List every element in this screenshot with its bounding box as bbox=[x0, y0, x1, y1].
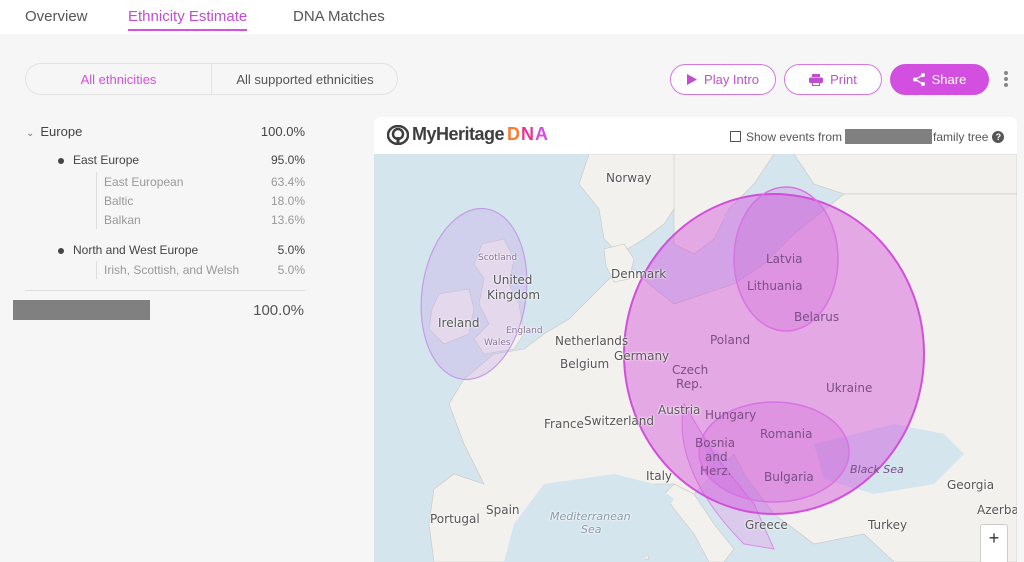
total-value: 100.0% bbox=[253, 302, 304, 319]
help-icon[interactable]: ? bbox=[992, 130, 1005, 143]
map-label: Ireland bbox=[438, 316, 480, 330]
map-canvas[interactable]: Norway Denmark Scotland United Kingdom I… bbox=[374, 154, 1017, 562]
tab-ethnicity-estimate[interactable]: Ethnicity Estimate bbox=[128, 8, 248, 31]
land-finland-russia bbox=[793, 154, 1017, 195]
map-label: Ukraine bbox=[826, 381, 873, 395]
map-label: Hungary bbox=[705, 408, 757, 422]
map-label: Rep. bbox=[676, 377, 703, 391]
map-label: Poland bbox=[710, 333, 751, 347]
show-events-checkbox[interactable] bbox=[730, 131, 741, 142]
map-label: Kingdom bbox=[487, 288, 541, 302]
page-scroll-gutter bbox=[1017, 117, 1024, 562]
map-label: Belarus bbox=[794, 310, 840, 324]
map-label: Wales bbox=[484, 338, 511, 348]
ethnicity-row[interactable]: Irish, Scottish, and Welsh 5.0% bbox=[96, 261, 305, 279]
chevron-down-icon[interactable]: ⌄ bbox=[26, 128, 34, 139]
play-intro-button[interactable]: Play Intro bbox=[670, 64, 776, 95]
bullet-icon bbox=[58, 157, 64, 164]
map-label: Italy bbox=[646, 469, 673, 483]
group-row-east-europe[interactable]: East Europe 95.0% bbox=[58, 153, 305, 167]
ethnicity-filter-toggle: All ethnicities All supported ethnicitie… bbox=[25, 63, 398, 95]
map-label: United bbox=[493, 273, 533, 287]
map-label: Germany bbox=[614, 349, 670, 363]
bullet-icon bbox=[58, 247, 64, 254]
map-label: Switzerland bbox=[584, 414, 654, 428]
show-events-option: Show events from family tree ? bbox=[730, 129, 1005, 144]
ethnicity-map-panel: MyHeritage DNA Show events from family t… bbox=[374, 117, 1017, 562]
top-nav: Overview Ethnicity Estimate DNA Matches bbox=[0, 0, 1024, 34]
print-label: Print bbox=[830, 72, 857, 87]
map-label: France bbox=[544, 417, 584, 431]
map-label: Spain bbox=[486, 503, 520, 517]
map-label: Mediterranean bbox=[550, 510, 631, 523]
ethnicity-row[interactable]: East European 63.4% bbox=[96, 172, 305, 191]
map-label: Black Sea bbox=[850, 463, 904, 476]
map-zoom-in-button[interactable]: + bbox=[980, 524, 1008, 562]
map-label: Norway bbox=[606, 171, 652, 185]
land-norway bbox=[578, 154, 685, 255]
redacted-tree-name bbox=[845, 129, 933, 144]
divider bbox=[25, 290, 305, 291]
map-label: and bbox=[705, 450, 728, 464]
map-label: Azerba bbox=[977, 503, 1017, 517]
map-label: Czech bbox=[672, 363, 709, 377]
printer-icon bbox=[809, 73, 824, 86]
ethnicity-value: 5.0% bbox=[277, 263, 305, 277]
map-label: Lithuania bbox=[747, 279, 803, 293]
map-label: Scotland bbox=[478, 253, 518, 263]
filter-all-supported-ethnicities[interactable]: All supported ethnicities bbox=[212, 64, 397, 94]
myheritage-logo-icon bbox=[387, 124, 409, 145]
print-button[interactable]: Print bbox=[784, 64, 882, 95]
tab-dna-matches[interactable]: DNA Matches bbox=[293, 8, 385, 25]
map-label: Bosnia bbox=[695, 436, 736, 450]
map-label: Turkey bbox=[868, 518, 908, 532]
group-row-north-west-europe[interactable]: North and West Europe 5.0% bbox=[58, 243, 305, 257]
region-row-europe[interactable]: ⌄ Europe 100.0% bbox=[26, 124, 305, 139]
ethnicity-value: 18.0% bbox=[270, 193, 305, 208]
map-label: Belgium bbox=[560, 357, 610, 371]
ethnicity-label: East European bbox=[104, 174, 184, 189]
group-value: 95.0% bbox=[270, 153, 305, 167]
ethnicity-row[interactable]: Baltic 18.0% bbox=[96, 191, 305, 210]
ethnicity-label: Irish, Scottish, and Welsh bbox=[104, 263, 240, 277]
play-intro-label: Play Intro bbox=[704, 72, 759, 87]
family-tree-label: family tree bbox=[933, 129, 989, 144]
myheritage-dna-logo: MyHeritage DNA bbox=[387, 124, 549, 145]
map-label: Greece bbox=[745, 518, 788, 532]
redacted-name bbox=[13, 300, 150, 320]
map-label: Sea bbox=[581, 523, 602, 536]
brand-name: MyHeritage bbox=[412, 124, 505, 144]
map-label: Portugal bbox=[430, 512, 480, 526]
map-label: Netherlands bbox=[555, 334, 629, 348]
map-header: MyHeritage DNA Show events from family t… bbox=[374, 117, 1017, 154]
map-label: England bbox=[506, 326, 543, 336]
ethnicity-value: 63.4% bbox=[270, 174, 305, 189]
tab-overview[interactable]: Overview bbox=[25, 8, 88, 25]
map-label: Georgia bbox=[947, 478, 995, 492]
group-value: 5.0% bbox=[277, 243, 305, 257]
map-label: Romania bbox=[760, 427, 813, 441]
ethnicity-label: Balkan bbox=[104, 212, 141, 227]
show-events-label: Show events from bbox=[746, 129, 843, 144]
share-label: Share bbox=[931, 72, 967, 87]
share-button[interactable]: Share bbox=[890, 64, 989, 95]
group-label: North and West Europe bbox=[73, 243, 199, 257]
region-value: 100.0% bbox=[260, 124, 305, 139]
group-label: East Europe bbox=[73, 153, 140, 167]
share-icon bbox=[912, 73, 925, 86]
filter-all-ethnicities[interactable]: All ethnicities bbox=[26, 64, 212, 94]
map-graphics bbox=[420, 154, 1017, 562]
map-label: Latvia bbox=[766, 252, 803, 266]
map-label: Bulgaria bbox=[764, 470, 814, 484]
ethnicity-row[interactable]: Balkan 13.6% bbox=[96, 210, 305, 229]
map-label: Herz. bbox=[700, 464, 732, 478]
map-label: Denmark bbox=[611, 267, 667, 281]
region-label: Europe bbox=[40, 124, 83, 139]
ethnicity-label: Baltic bbox=[104, 193, 134, 208]
play-icon bbox=[687, 74, 698, 85]
more-options-icon[interactable] bbox=[1002, 71, 1010, 91]
brand-dna: DNA bbox=[507, 124, 550, 144]
map-label: Austria bbox=[658, 403, 701, 417]
ethnicity-value: 13.6% bbox=[270, 212, 305, 227]
